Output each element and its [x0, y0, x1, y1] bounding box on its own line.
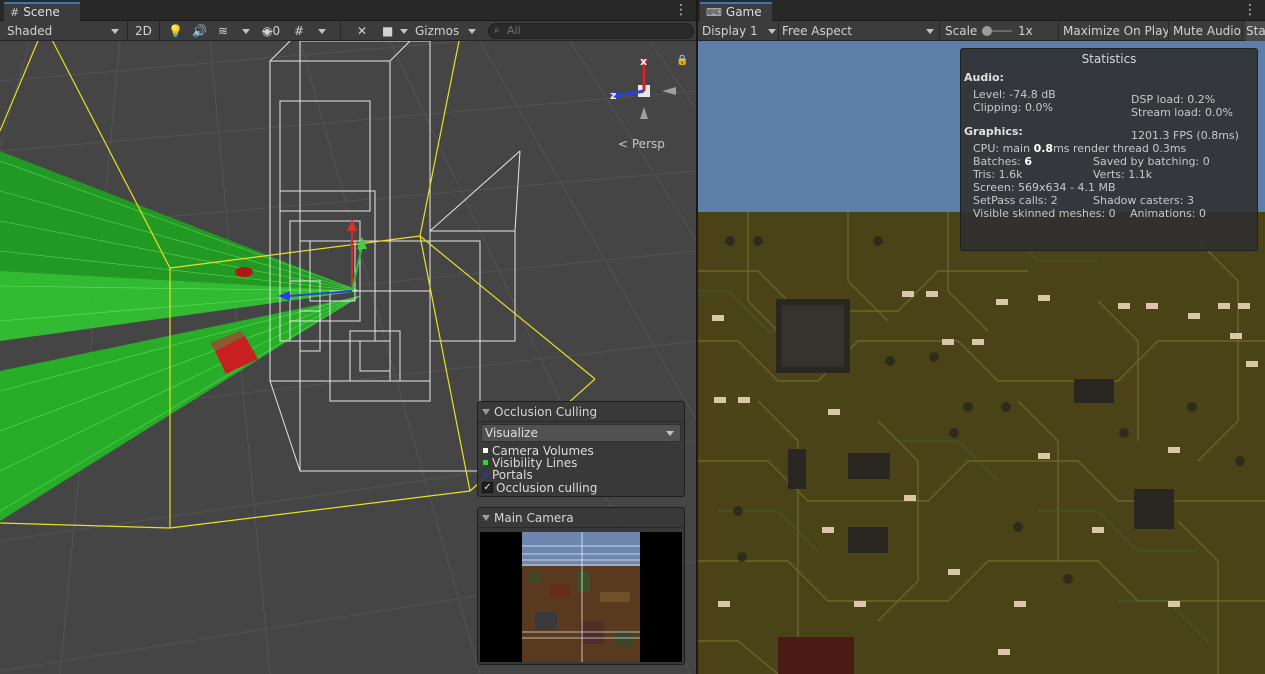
tris-count: Tris: 1.6k: [973, 168, 1023, 181]
game-toolbar: Display 1 Free Aspect Scale 1x Maximize …: [698, 21, 1265, 41]
scale-value: 1x: [1018, 24, 1033, 38]
batches: Batches: 6: [973, 155, 1032, 168]
scale-slider[interactable]: [982, 26, 1012, 36]
statistics-panel: Statistics Audio: Level: -74.8 dB Clippi…: [960, 48, 1258, 251]
camera-preview-image: [480, 532, 682, 662]
gamepad-icon: ⌨: [706, 6, 722, 19]
visibility-lines: [0, 151, 361, 521]
search-icon: ⌕: [494, 25, 500, 36]
legend-portals: Portals: [478, 469, 684, 481]
chevron-down-icon: [768, 29, 776, 34]
chevron-down-icon: [111, 29, 119, 34]
scene-search-input[interactable]: ⌕ All: [488, 23, 694, 39]
graphics-header: Graphics:: [964, 125, 1023, 138]
statistics-title: Statistics: [1081, 52, 1137, 66]
lightbulb-icon: 💡: [168, 24, 183, 38]
grid-icon: #: [294, 24, 305, 38]
cpu-time: CPU: main 0.8ms render thread 0.3ms: [973, 142, 1187, 155]
occlusion-culling-panel: Occlusion Culling Visualize Camera Volum…: [477, 401, 685, 497]
gizmos-button[interactable]: Gizmos: [415, 21, 459, 41]
tools-icon: ✕: [357, 24, 368, 38]
chevron-down-icon: [926, 29, 934, 34]
chevron-down-icon: [242, 29, 250, 34]
red-sphere[interactable]: [235, 267, 253, 277]
tools-button[interactable]: ✕: [357, 21, 367, 41]
audio-header: Audio:: [964, 71, 1004, 84]
dsp-load: DSP load: 0.2%: [1131, 93, 1216, 106]
chevron-down-icon: [666, 431, 674, 436]
visualize-dropdown[interactable]: Visualize: [481, 424, 681, 442]
audio-level: Level: -74.8 dB: [973, 88, 1056, 101]
foldout-arrow-icon: [482, 409, 490, 415]
more-options-icon[interactable]: ⋮: [1243, 2, 1257, 18]
layers-icon: ≋: [218, 24, 229, 38]
video-camera-icon: ■: [382, 24, 394, 38]
grid-icon: #: [10, 6, 20, 19]
saved-by-batching: Saved by batching: 0: [1093, 155, 1210, 168]
shadow-casters: Shadow casters: 3: [1093, 194, 1194, 207]
stream-load: Stream load: 0.0%: [1131, 106, 1233, 119]
hidden-objects-toggle[interactable]: ◉0: [262, 21, 280, 41]
chevron-down-icon: [318, 29, 326, 34]
display-dropdown[interactable]: Display 1: [702, 21, 776, 41]
foldout-arrow-icon: [482, 515, 490, 521]
maximize-on-play-toggle[interactable]: Maximize On Play: [1063, 21, 1170, 41]
z-axis-label: z: [610, 89, 617, 102]
camera-settings-button[interactable]: ■: [382, 21, 393, 41]
effects-dropdown[interactable]: [242, 21, 250, 41]
occlusion-culling-checkbox[interactable]: ✓ Occlusion culling: [478, 481, 684, 495]
audio-clipping: Clipping: 0.0%: [973, 101, 1053, 114]
occlusion-culling-title[interactable]: Occlusion Culling: [478, 402, 684, 422]
scale-label: Scale: [945, 24, 978, 38]
screen-size: Screen: 569x634 - 4.1 MB: [973, 181, 1116, 194]
camera-preview-panel: Main Camera: [477, 507, 685, 665]
animations-count: Animations: 0: [1130, 207, 1207, 220]
audio-toggle-button[interactable]: 🔊: [192, 21, 207, 41]
effects-toggle-button[interactable]: ≋: [218, 21, 228, 41]
x-axis-label: x: [640, 55, 648, 68]
tab-scene[interactable]: # Scene: [4, 2, 80, 21]
game-tab-bar: ⌨ Game ⋮: [698, 0, 1265, 21]
verts-count: Verts: 1.1k: [1093, 168, 1153, 181]
lighting-toggle-button[interactable]: 💡: [168, 21, 183, 41]
speaker-icon: 🔊: [192, 24, 207, 38]
chevron-left-icon: <: [618, 137, 632, 151]
2d-toggle-button[interactable]: 2D: [135, 21, 153, 41]
scene-window: # Scene ⋮ Shaded 2D 💡 🔊 ≋ ◉0 # ✕ ■ Gizmos…: [0, 0, 697, 674]
shading-mode-dropdown[interactable]: Shaded: [7, 21, 121, 41]
scene-viewport[interactable]: x z < Persp 🔒 Occlusion Culling Visualiz…: [0, 41, 696, 674]
grid-toggle-button[interactable]: #: [294, 21, 304, 41]
camera-settings-dropdown[interactable]: [400, 21, 408, 41]
tab-game[interactable]: ⌨ Game: [700, 2, 772, 21]
game-window: ⌨ Game ⋮ Display 1 Free Aspect Scale 1x M…: [698, 0, 1265, 674]
scene-tab-bar: # Scene ⋮: [0, 0, 696, 21]
chevron-down-icon: [468, 29, 476, 34]
camera-preview-title[interactable]: Main Camera: [478, 508, 684, 528]
gizmos-dropdown[interactable]: [468, 21, 476, 41]
skinned-meshes: Visible skinned meshes: 0: [973, 207, 1116, 220]
mute-audio-toggle[interactable]: Mute Audio: [1173, 21, 1241, 41]
checkmark-icon: ✓: [482, 482, 493, 493]
setpass-calls: SetPass calls: 2: [973, 194, 1058, 207]
aspect-dropdown[interactable]: Free Aspect: [782, 21, 936, 41]
eye-slash-icon: ◉: [262, 24, 273, 38]
game-viewport[interactable]: Statistics Audio: Level: -74.8 dB Clippi…: [698, 41, 1265, 674]
chevron-down-icon: [400, 29, 408, 34]
lock-icon[interactable]: 🔒: [676, 55, 688, 66]
scene-toolbar: Shaded 2D 💡 🔊 ≋ ◉0 # ✕ ■ Gizmos ⌕ All: [0, 21, 696, 41]
fps-readout: 1201.3 FPS (0.8ms): [1131, 129, 1239, 142]
stats-toggle[interactable]: Stats: [1246, 21, 1265, 41]
more-options-icon[interactable]: ⋮: [674, 2, 688, 18]
orientation-gizmo[interactable]: x z < Persp: [608, 53, 688, 153]
perspective-toggle[interactable]: < Persp: [618, 137, 665, 151]
scale-slider-thumb[interactable]: [982, 26, 992, 36]
grid-dropdown[interactable]: [318, 21, 326, 41]
